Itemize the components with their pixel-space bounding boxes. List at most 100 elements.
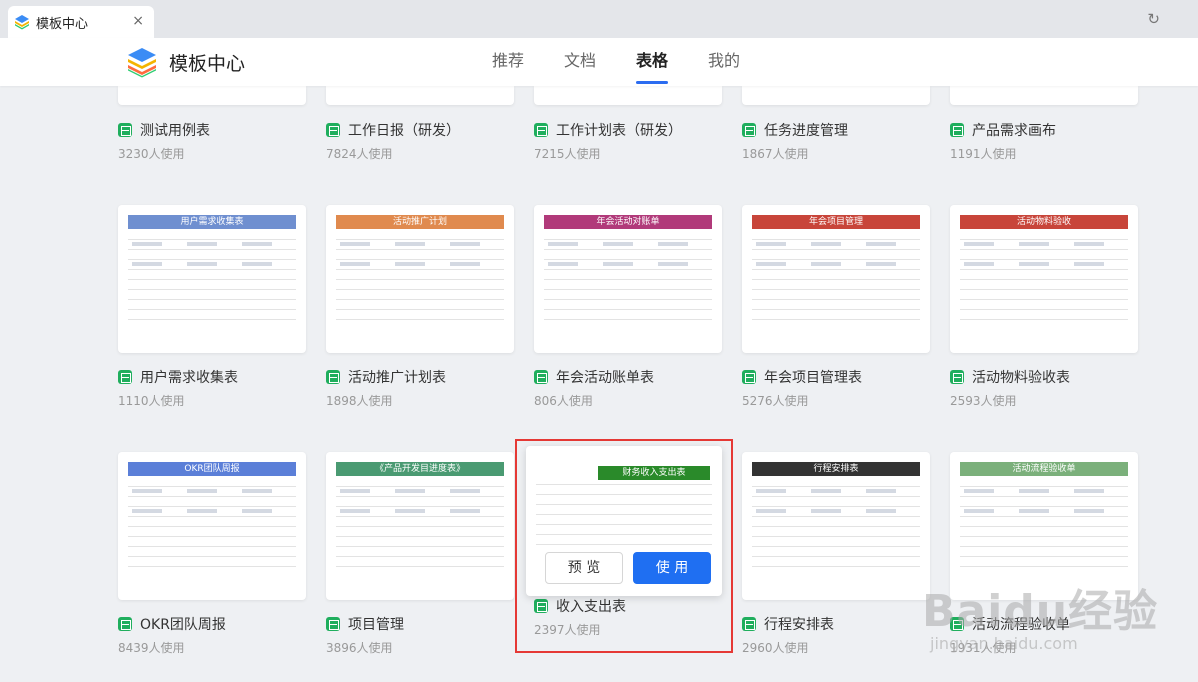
card-title[interactable]: 年会活动账单表 [556,367,654,387]
nav-tab-mine[interactable]: 我的 [696,38,752,86]
card-title[interactable]: 工作日报（研发） [348,120,460,140]
thumbnail-cell [395,242,425,246]
template-card[interactable]: OKR团队周报 OKR团队周报 8439人使用 [118,452,306,656]
thumbnail-gridline [544,269,712,270]
thumbnail-cell [340,242,370,246]
template-thumbnail[interactable] [950,86,1138,105]
nav-tab-recommend[interactable]: 推荐 [480,38,536,86]
thumbnail-gridline [960,309,1128,310]
thumbnail-gridline [752,289,920,290]
template-card[interactable]: 活动物料验收 活动物料验收表 2593人使用 [950,205,1138,409]
template-thumbnail[interactable]: 年会项目管理 [742,205,930,353]
thumbnail-gridline [336,486,504,487]
template-thumbnail[interactable] [742,86,930,105]
card-usage-count: 7215人使用 [534,147,601,161]
thumbnail-gridline [960,556,1128,557]
thumbnail-cell [1074,509,1104,513]
thumbnail-cell [964,509,994,513]
refresh-icon[interactable]: ↻ [1147,10,1160,28]
card-usage-count: 3230人使用 [118,147,185,161]
card-title-row: OKR团队周报 [118,614,306,634]
thumbnail-gridline [960,546,1128,547]
card-title[interactable]: 活动物料验收表 [972,367,1070,387]
template-thumbnail[interactable]: 年会活动对账单 [534,205,722,353]
thumbnail-cell [132,262,162,266]
use-button[interactable]: 使 用 [633,552,711,584]
template-thumbnail[interactable]: 活动物料验收 [950,205,1138,353]
thumbnail-gridline [960,279,1128,280]
thumbnail-gridline [960,566,1128,567]
thumbnail-gridline [544,279,712,280]
thumbnail-gridline [752,259,920,260]
template-card[interactable]: 行程安排表 行程安排表 2960人使用 [742,452,930,656]
thumbnail-cell [756,489,786,493]
template-card[interactable]: 年会活动对账单 年会活动账单表 806人使用 [534,205,722,409]
thumbnail-gridline [960,289,1128,290]
thumbnail-gridline [128,556,296,557]
template-thumbnail[interactable] [534,86,722,105]
card-title[interactable]: OKR团队周报 [140,614,226,634]
thumbnail-gridline [960,496,1128,497]
watermark-sub: jingyan.baidu.com [930,634,1078,653]
thumbnail-cell [548,242,578,246]
thumbnail-banner: 用户需求收集表 [128,215,296,229]
card-title-row: 项目管理 [326,614,514,634]
thumbnail-cell [1019,509,1049,513]
template-card[interactable]: 工作日报（研发） 7824人使用 [326,86,514,162]
thumbnail-gridline [544,249,712,250]
thumbnail-gridline [128,506,296,507]
nav-tab-sheets[interactable]: 表格 [624,38,680,86]
spreadsheet-icon [326,123,340,137]
template-card[interactable]: 活动推广计划 活动推广计划表 1898人使用 [326,205,514,409]
brand: 模板中心 [125,46,245,78]
template-thumbnail[interactable]: OKR团队周报 [118,452,306,600]
spreadsheet-icon [534,370,548,384]
thumbnail-cell [756,262,786,266]
template-thumbnail[interactable]: 行程安排表 [742,452,930,600]
thumbnail-cell [242,262,272,266]
header: 模板中心 推荐 文档 表格 我的 [0,38,1198,86]
card-title[interactable]: 用户需求收集表 [140,367,238,387]
thumbnail-gridline [544,289,712,290]
thumbnail-cell [340,262,370,266]
thumbnail-cell [1074,489,1104,493]
card-title[interactable]: 任务进度管理 [764,120,848,140]
thumbnail-banner: 财务收入支出表 [598,466,710,480]
template-thumbnail[interactable] [118,86,306,105]
window-tab[interactable]: 模板中心 × [8,6,154,38]
thumbnail-gridline [336,566,504,567]
thumbnail-gridline [336,259,504,260]
top-nav: 推荐 文档 表格 我的 [480,38,768,86]
template-card[interactable]: 任务进度管理 1867人使用 [742,86,930,162]
thumbnail-cell [187,262,217,266]
card-usage-count: 1191人使用 [950,147,1017,161]
thumbnail-cell [603,262,633,266]
template-card[interactable]: 工作计划表（研发） 7215人使用 [534,86,722,162]
template-card[interactable]: 《产品开发目进度表》 项目管理 3896人使用 [326,452,514,656]
card-title-row: 工作计划表（研发） [534,120,722,140]
card-title[interactable]: 年会项目管理表 [764,367,862,387]
template-thumbnail[interactable] [326,86,514,105]
card-title-row: 工作日报（研发） [326,120,514,140]
template-thumbnail[interactable]: 活动推广计划 [326,205,514,353]
template-thumbnail[interactable]: 《产品开发目进度表》 [326,452,514,600]
template-card[interactable]: 年会项目管理 年会项目管理表 5276人使用 [742,205,930,409]
template-card[interactable]: 用户需求收集表 用户需求收集表 1110人使用 [118,205,306,409]
preview-button[interactable]: 预 览 [545,552,623,584]
thumbnail-gridline [128,259,296,260]
nav-tab-docs[interactable]: 文档 [552,38,608,86]
template-card[interactable]: 测试用例表 3230人使用 [118,86,306,162]
card-title-row: 用户需求收集表 [118,367,306,387]
thumbnail-cell [964,262,994,266]
close-icon[interactable]: × [132,13,144,29]
card-title[interactable]: 测试用例表 [140,120,210,140]
thumbnail-banner: 年会项目管理 [752,215,920,229]
template-card[interactable]: 产品需求画布 1191人使用 [950,86,1138,162]
card-title[interactable]: 项目管理 [348,614,404,634]
template-thumbnail[interactable]: 用户需求收集表 [118,205,306,353]
thumbnail-cell [964,489,994,493]
card-title[interactable]: 工作计划表（研发） [556,120,682,140]
card-title[interactable]: 行程安排表 [764,614,834,634]
card-title[interactable]: 活动推广计划表 [348,367,446,387]
card-title[interactable]: 产品需求画布 [972,120,1056,140]
